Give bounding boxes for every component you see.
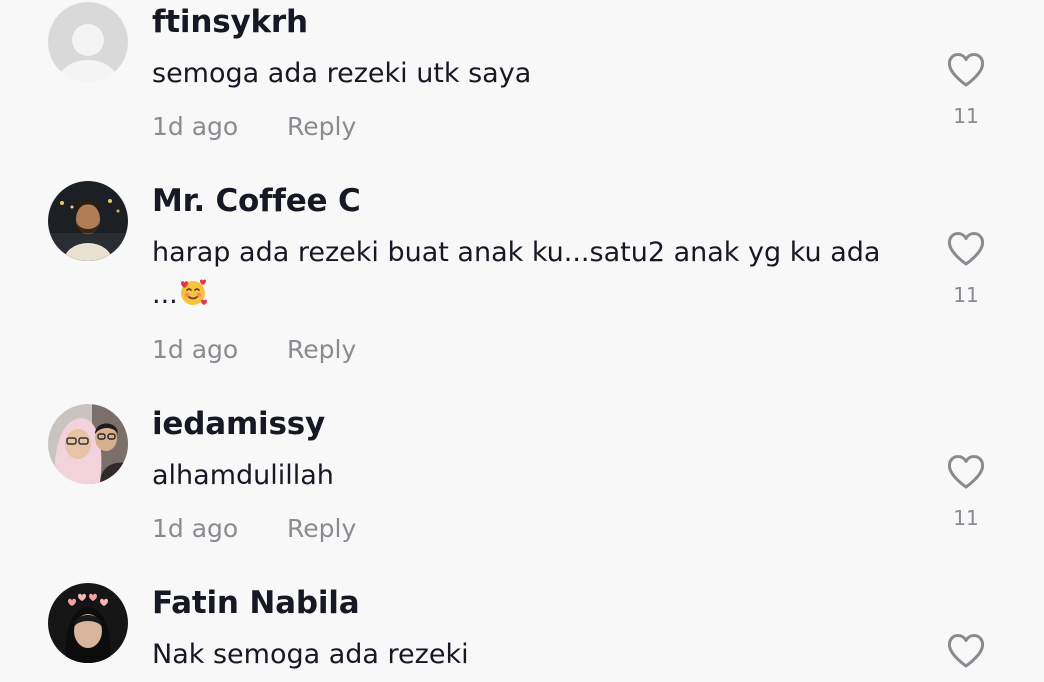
heart-icon [947, 53, 985, 87]
heart-icon [947, 232, 985, 266]
comment-list: ftinsykrh semoga ada rezeki utk saya 1d … [0, 0, 1044, 682]
reply-button[interactable]: Reply [287, 335, 356, 364]
default-avatar-icon [48, 2, 128, 82]
username[interactable]: Fatin Nabila [152, 585, 360, 621]
comment-text-ellipsis: ... [152, 279, 178, 310]
comment-text-line: ... [152, 273, 922, 317]
like-count: 11 [953, 104, 979, 128]
smiling-face-with-hearts-emoji [180, 279, 207, 305]
heart-icon [947, 634, 985, 668]
comment-time: 1d ago [152, 335, 239, 364]
like-count: 11 [953, 283, 979, 307]
like-button[interactable] [946, 52, 986, 88]
like-button[interactable] [946, 633, 986, 669]
comment-text: harap ada rezeki buat anak ku...satu2 an… [152, 231, 922, 317]
username[interactable]: Mr. Coffee C [152, 183, 361, 219]
comment-time: 1d ago [152, 514, 239, 543]
girl-heart-crown-photo [48, 583, 128, 663]
couple-selfie-photo [48, 404, 128, 484]
avatar[interactable] [48, 181, 128, 261]
username[interactable]: iedamissy [152, 406, 325, 442]
bearded-man-photo [48, 181, 128, 261]
like-button[interactable] [946, 231, 986, 267]
comment-time: 1d ago [152, 112, 239, 141]
username[interactable]: ftinsykrh [152, 4, 308, 40]
avatar[interactable] [48, 2, 128, 82]
avatar[interactable] [48, 404, 128, 484]
heart-icon [947, 455, 985, 489]
like-count: 11 [953, 506, 979, 530]
like-button[interactable] [946, 454, 986, 490]
comment-text: alhamdulillah [152, 460, 334, 491]
comment-text: semoga ada rezeki utk saya [152, 58, 532, 89]
reply-button[interactable]: Reply [287, 112, 356, 141]
comment-meta: 1d ago Reply [152, 335, 356, 364]
reply-button[interactable]: Reply [287, 514, 356, 543]
comment-text: Nak semoga ada rezeki [152, 639, 469, 670]
comment-text-line: harap ada rezeki buat anak ku...satu2 an… [152, 237, 881, 268]
comment-meta: 1d ago Reply [152, 514, 356, 543]
comment-meta: 1d ago Reply [152, 112, 356, 141]
avatar[interactable] [48, 583, 128, 663]
